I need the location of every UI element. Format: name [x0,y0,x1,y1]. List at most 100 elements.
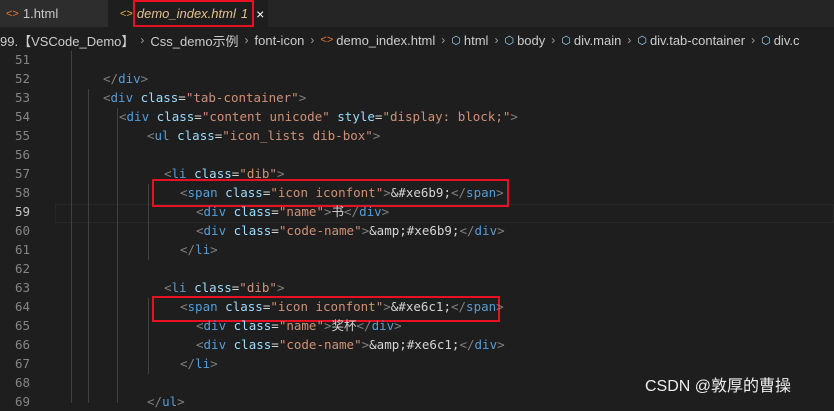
chevron-right-icon: › [140,33,145,47]
breadcrumb-label: body [517,32,546,48]
code-token: li [195,242,211,257]
code-token: > [497,337,505,352]
code-token: class [233,318,272,333]
code-line[interactable]: 61 </li> [0,240,834,259]
code-token: > [177,394,185,409]
code-token: "code-name" [278,223,362,238]
breadcrumb-label: demo_index.html [336,32,436,48]
code-text: <li class="dib"> [164,164,284,183]
code-line[interactable]: 56 [0,145,834,164]
code-editor[interactable]: 51 52 </div> 53 <div class="tab-container"> 5… [0,50,834,409]
code-token: 书 [331,204,345,219]
code-token: &#xe6c1; [390,299,451,314]
code-text: <div class="tab-container"> [103,88,306,107]
code-token: </ [147,394,163,409]
code-token: > [381,204,390,219]
code-line[interactable]: 65 <div class="name">奖杯</div> [0,316,834,335]
line-number: 51 [14,52,30,67]
line-number: 53 [14,90,30,105]
code-token: &amp;#xe6c1; [369,337,460,352]
code-line[interactable]: 63 <li class="dib"> [0,278,834,297]
code-token: > [361,337,370,352]
element-icon: ⬡ [637,34,647,47]
breadcrumb-item[interactable]: › Css_demo示例 [134,31,238,50]
code-text: <div class="code-name">&amp;#xe6b9;</div… [196,221,505,240]
code-token: > [140,71,149,86]
code-token: span [466,185,497,200]
code-token: class [233,223,272,238]
code-text: <span class="icon iconfont">&#xe6c1;</sp… [180,297,504,316]
breadcrumb-item[interactable]: › ⬡ div.tab-container [621,33,745,48]
code-token: </ [459,337,475,352]
code-line[interactable]: 67 </li> [0,354,834,373]
code-token: > [496,185,504,200]
code-token: div [474,223,498,238]
breadcrumb-item[interactable]: › font-icon [239,33,305,48]
code-line[interactable]: 59 <div class="name">书</div> [0,202,834,221]
code-token: div [126,109,150,124]
breadcrumb-item[interactable]: › ⬡ div.c [745,33,799,48]
close-icon[interactable]: × [256,6,264,22]
code-token: </ [180,356,196,371]
html-icon: <> [120,7,133,20]
code-token: div [359,204,382,219]
code-token: < [164,166,172,181]
code-token: > [372,128,381,143]
code-line[interactable]: 57 <li class="dib"> [0,164,834,183]
code-text: <div class="name">奖杯</div> [196,316,402,335]
line-number: 61 [14,242,30,257]
code-text: </li> [180,240,218,259]
code-token: "name" [278,318,324,333]
code-line[interactable]: 51 [0,50,834,69]
code-token: "icon iconfont" [270,185,384,200]
code-token: </ [459,223,475,238]
code-token: div [474,337,498,352]
line-number: 52 [14,71,30,86]
code-text: </ul> [147,392,185,411]
code-line[interactable]: 55 <ul class="icon_lists dib-box"> [0,126,834,145]
breadcrumb-label: Css_demo示例 [150,33,239,49]
code-token: class [156,109,195,124]
code-line[interactable]: 66 <div class="code-name">&amp;#xe6c1;</d… [0,335,834,354]
code-line[interactable]: 60 <div class="code-name">&amp;#xe6b9;</d… [0,221,834,240]
code-line[interactable]: 54 <div class="content unicode" style="di… [0,107,834,126]
tab-1-html[interactable]: <> 1.html [0,0,108,27]
code-token: = [194,109,202,124]
code-token: > [276,166,285,181]
code-line[interactable]: 52 </div> [0,69,834,88]
line-number: 58 [14,185,30,200]
breadcrumb-item[interactable]: › ⬡ html [435,33,488,48]
breadcrumb-item[interactable]: › ⬡ div.main [545,33,621,48]
code-token: span [187,299,218,314]
code-token: div [203,318,227,333]
breadcrumb-label: div.main [573,32,622,48]
line-number: 69 [14,394,30,409]
breadcrumb-item[interactable]: 99.【VSCode_Demo】 [0,31,134,50]
code-token: = [178,90,186,105]
code-token: > [298,90,307,105]
breadcrumb-item[interactable]: › ⬡ body [488,33,545,48]
code-token: div [118,71,141,86]
code-line[interactable]: 62 [0,259,834,278]
code-line[interactable]: 64 <span class="icon iconfont">&#xe6c1;</… [0,297,834,316]
code-line[interactable]: 58 <span class="icon iconfont">&#xe6b9;</… [0,183,834,202]
line-number: 55 [14,128,30,143]
code-token: "icon iconfont" [270,299,384,314]
code-token: < [196,223,204,238]
code-text: </li> [180,354,218,373]
tab-label: 1.html [22,6,59,21]
line-number: 68 [14,375,30,390]
breadcrumb-label: font-icon [254,32,305,48]
code-token: "tab-container" [185,90,299,105]
breadcrumb-item[interactable]: › <> demo_index.html [304,33,435,48]
code-token: > [383,185,391,200]
code-line[interactable]: 53 <div class="tab-container"> [0,88,834,107]
code-text: <span class="icon iconfont">&#xe6b9;</sp… [180,183,504,202]
code-token: span [466,299,497,314]
code-token: "code-name" [278,337,362,352]
code-token: < [147,128,155,143]
